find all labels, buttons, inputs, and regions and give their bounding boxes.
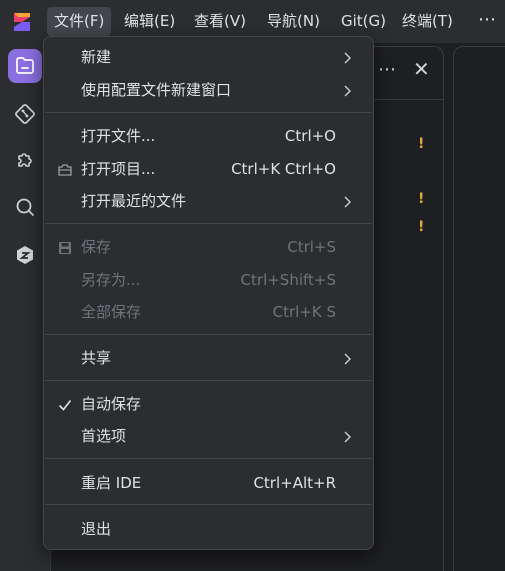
menu-navigate[interactable]: 导航(N) (260, 7, 327, 36)
panel-more-button[interactable]: ⋯ (378, 59, 396, 80)
menu-item-label: 首选项 (81, 427, 127, 445)
menu-separator (45, 334, 372, 335)
menu-item-shortcut: Ctrl+K Ctrl+O (231, 160, 336, 178)
menu-overflow-button[interactable]: ⋯ (472, 7, 502, 36)
ai-assistant-button[interactable] (8, 238, 42, 272)
warning-indicator: ! (418, 136, 425, 152)
chevron-right-icon (344, 353, 351, 365)
menu-item-label: 保存 (81, 238, 112, 256)
folder-icon (16, 57, 34, 74)
menu-item-label: 使用配置文件新建窗口 (81, 81, 232, 99)
menu-item-label: 新建 (81, 48, 112, 66)
git-icon (15, 104, 35, 124)
menu-file[interactable]: 文件(F) (47, 7, 112, 36)
menu-item-shortcut: Ctrl+Alt+R (253, 474, 336, 492)
explorer-button[interactable] (8, 49, 42, 83)
menu-item-label: 退出 (81, 520, 112, 538)
menu-item-label: 另存为... (81, 271, 141, 289)
menu-item-open-recent[interactable]: 打开最近的文件 (44, 185, 373, 218)
cube-icon (17, 246, 33, 264)
menu-item-save-all[interactable]: 全部保存 Ctrl+K S (44, 296, 373, 329)
menu-item-restart-ide[interactable]: 重启 IDE Ctrl+Alt+R (44, 467, 373, 500)
warning-indicator: ! (418, 219, 425, 235)
menu-separator (45, 380, 372, 381)
panel-close-button[interactable]: ✕ (413, 57, 430, 81)
menu-item-share[interactable]: 共享 (44, 342, 373, 375)
chevron-right-icon (344, 196, 351, 208)
project-icon (58, 164, 72, 176)
menu-separator (45, 223, 372, 224)
menu-item-label: 打开项目... (81, 160, 156, 178)
menu-item-exit[interactable]: 退出 (44, 513, 373, 546)
menu-item-new[interactable]: 新建 (44, 41, 373, 74)
menu-item-auto-save[interactable]: 自动保存 (44, 388, 373, 421)
extensions-button[interactable] (8, 143, 42, 177)
menu-view[interactable]: 查看(V) (187, 7, 253, 36)
menu-item-open-file[interactable]: 打开文件... Ctrl+O (44, 120, 373, 153)
menu-terminal[interactable]: 终端(T) (395, 7, 460, 36)
warning-indicator: ! (418, 191, 425, 207)
menu-item-preferences[interactable]: 首选项 (44, 420, 373, 453)
menu-git[interactable]: Git(G) (334, 7, 393, 36)
app-logo-icon[interactable] (10, 10, 34, 34)
save-icon (59, 242, 71, 254)
menu-item-open-project[interactable]: 打开项目... Ctrl+K Ctrl+O (44, 153, 373, 186)
editor-area (453, 46, 505, 571)
puzzle-icon (18, 153, 32, 167)
menu-item-label: 打开文件... (81, 127, 156, 145)
menu-separator (45, 504, 372, 505)
menu-item-label: 重启 IDE (81, 474, 142, 492)
menu-item-save[interactable]: 保存 Ctrl+S (44, 231, 373, 264)
ide-window: 文件(F) 编辑(E) 查看(V) 导航(N) Git(G) 终端(T) ⋯ ⋯… (0, 0, 505, 571)
menu-item-shortcut: Ctrl+Shift+S (240, 271, 336, 289)
menu-item-shortcut: Ctrl+O (284, 127, 336, 145)
source-control-button[interactable] (8, 97, 42, 131)
search-button[interactable] (8, 190, 42, 224)
chevron-right-icon (344, 85, 351, 97)
menu-item-label: 共享 (81, 349, 112, 367)
chevron-right-icon (344, 52, 351, 64)
menu-separator (45, 458, 372, 459)
menu-item-new-window-profile[interactable]: 使用配置文件新建窗口 (44, 74, 373, 107)
menu-item-shortcut: Ctrl+K S (272, 303, 336, 321)
menu-item-label: 打开最近的文件 (81, 192, 187, 210)
menu-item-label: 全部保存 (81, 303, 142, 321)
menu-separator (45, 112, 372, 113)
search-icon (16, 198, 34, 216)
menu-item-save-as[interactable]: 另存为... Ctrl+Shift+S (44, 264, 373, 297)
checkmark-icon (58, 400, 72, 411)
menu-item-label: 自动保存 (81, 395, 142, 413)
file-menu-dropdown: 新建 使用配置文件新建窗口 打开文件... Ctrl+O 打开项目... Ctr… (43, 36, 374, 550)
menu-item-shortcut: Ctrl+S (287, 238, 336, 256)
chevron-right-icon (344, 431, 351, 443)
menu-edit[interactable]: 编辑(E) (117, 7, 182, 36)
